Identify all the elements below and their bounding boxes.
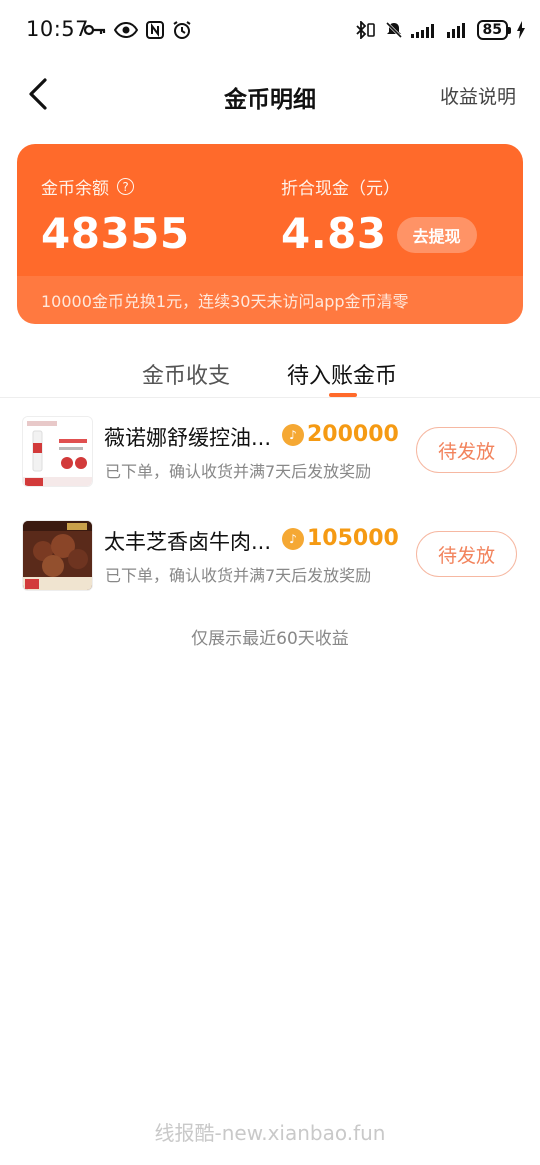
alarm-icon — [172, 20, 192, 40]
list-item[interactable]: 薇诺娜舒缓控油... ♪ 200000 已下单，确认收货并满7天后发放奖励 待发… — [0, 408, 540, 512]
tab-bar: 金币收支 待入账金币 — [0, 350, 540, 398]
withdraw-button[interactable]: 去提现 — [396, 216, 477, 253]
cash-equivalent-value: 4.83 — [281, 209, 387, 258]
charging-icon — [516, 21, 526, 39]
tab-pending-coins[interactable]: 待入账金币 — [287, 358, 397, 390]
product-title: 薇诺娜舒缓控油... — [104, 426, 272, 450]
watermark: 线报酷-new.xianbao.fun — [154, 1121, 386, 1145]
cash-equivalent-label: 折合现金（元） — [281, 179, 400, 199]
status-right-icons: 85 — [355, 20, 526, 40]
coin-icon: ♪ — [282, 528, 304, 550]
coin-balance-section: 金币余额 ? 48355 — [41, 174, 190, 258]
pending-status-button[interactable]: 待发放 — [416, 427, 517, 473]
nav-bar: 金币明细 收益说明 — [0, 60, 540, 130]
cash-equivalent-section: 折合现金（元） 4.83 去提现 — [281, 174, 477, 258]
product-title: 太丰芝香卤牛肉... — [104, 530, 272, 554]
coin-balance-label-row: 金币余额 ? — [41, 174, 190, 199]
recent-earnings-note: 仅展示最近60天收益 — [191, 629, 349, 649]
nfc-icon — [146, 21, 164, 39]
coin-balance-label: 金币余额 — [41, 179, 109, 199]
cash-row: 4.83 去提现 — [281, 199, 477, 258]
coin-amount: 200000 — [307, 422, 399, 447]
pending-status-button[interactable]: 待发放 — [416, 531, 517, 577]
status-bar: 10:57 85 — [0, 0, 540, 60]
list-item[interactable]: 太丰芝香卤牛肉... ♪ 105000 已下单，确认收货并满7天后发放奖励 待发… — [0, 512, 540, 616]
reward-condition: 已下单，确认收货并满7天后发放奖励 — [105, 462, 372, 481]
bluetooth-vibrate-icon — [355, 21, 377, 39]
mute-icon — [385, 21, 403, 39]
coin-balance-value: 48355 — [41, 209, 190, 258]
exchange-rule-note: 10000金币兑换1元，连续30天未访问app金币清零 — [17, 276, 523, 324]
signal-icon — [410, 22, 439, 38]
coin-icon: ♪ — [282, 424, 304, 446]
signal-icon — [446, 22, 469, 38]
balance-card: 金币余额 ? 48355 折合现金（元） 4.83 去提现 10000金币兑换1… — [17, 144, 523, 324]
pending-coin-list: 薇诺娜舒缓控油... ♪ 200000 已下单，确认收货并满7天后发放奖励 待发… — [0, 408, 540, 616]
product-thumbnail — [22, 520, 93, 591]
divider — [0, 397, 540, 398]
tab-coin-income-expense[interactable]: 金币收支 — [142, 358, 230, 390]
eye-icon — [114, 22, 138, 38]
status-time: 10:57 — [26, 17, 90, 41]
coin-amount: 105000 — [307, 526, 399, 551]
battery-icon: 85 — [476, 20, 512, 40]
earnings-explanation-link[interactable]: 收益说明 — [440, 82, 516, 109]
help-icon[interactable]: ? — [117, 178, 134, 195]
product-thumbnail — [22, 416, 93, 487]
status-left-icons — [84, 20, 192, 40]
reward-condition: 已下单，确认收货并满7天后发放奖励 — [105, 566, 372, 585]
key-icon — [84, 23, 106, 37]
